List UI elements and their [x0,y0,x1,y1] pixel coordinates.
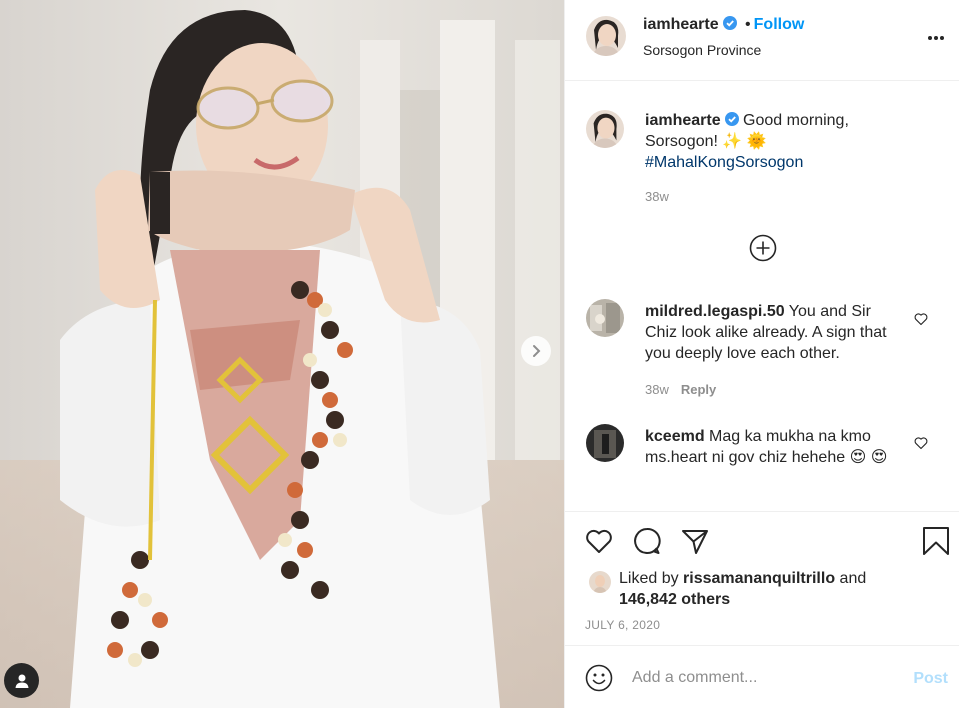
commenter-avatar[interactable] [586,424,624,462]
more-options-icon [928,36,944,40]
comment-1: mildred.legaspi.50 You and Sir Chiz look… [645,301,895,364]
verified-badge-icon [724,112,739,126]
share-icon[interactable] [680,526,710,556]
likes-and: and [839,570,867,587]
post-comment-button[interactable]: Post [913,670,948,688]
user-tag-icon [15,674,28,688]
avatar-image [586,110,624,148]
plus-circle-icon [749,234,777,262]
add-comment-bar: Post [565,645,959,708]
author-username[interactable]: iamhearte [643,16,719,33]
post-photo[interactable] [0,0,564,708]
chevron-right-icon [533,345,541,357]
post-details-panel: iamhearte • Follow Sorsogon Province iamh… [564,0,959,708]
load-more-comments-button[interactable] [749,234,777,262]
likes-prefix: Liked by [619,570,679,587]
likes-count-link[interactable]: 146,842 others [619,591,730,608]
comment-like-heart-icon[interactable] [914,312,928,326]
liker-username[interactable]: rissamananquiltrillo [683,570,835,587]
caption-username[interactable]: iamhearte [645,112,721,129]
comment-time[interactable]: 38w [645,382,669,397]
follow-button[interactable]: Follow [754,16,805,33]
avatar-image [586,299,624,337]
emoji-icon[interactable] [585,664,613,692]
comment-username[interactable]: mildred.legaspi.50 [645,303,785,320]
avatar-image [586,424,624,462]
comment-like-heart-icon[interactable] [914,436,928,450]
comments-list[interactable]: iamhearte Good morning, Sorsogon! ✨ 🌞 #M… [565,81,959,511]
next-photo-button[interactable] [521,336,551,366]
location-link[interactable]: Sorsogon Province [643,42,761,58]
commenter-avatar[interactable] [586,299,624,337]
avatar-image [589,571,611,593]
more-options-button[interactable] [926,28,946,48]
bullet-separator: • [745,16,751,33]
bookmark-icon[interactable] [921,526,951,556]
comment-username[interactable]: kceemd [645,428,705,445]
likes-summary: Liked by rissamananquiltrillo and 146,84… [619,568,866,610]
post-header: iamhearte • Follow Sorsogon Province [565,0,959,81]
caption-time[interactable]: 38w [645,189,669,204]
header-user-line: iamhearte • Follow [643,16,804,34]
post-actions: Liked by rissamananquiltrillo and 146,84… [565,511,959,645]
comment-input[interactable] [632,666,902,690]
caption: iamhearte Good morning, Sorsogon! ✨ 🌞 #M… [645,110,885,173]
avatar-image [586,16,626,56]
comment-icon[interactable] [632,526,662,556]
comment-meta: 38w Reply [645,382,716,397]
post-image [0,0,564,708]
comment-2: kceemd Mag ka mukha na kmo ms.heart ni g… [645,426,895,468]
post-date[interactable]: JULY 6, 2020 [585,618,660,632]
user-tags-button[interactable] [4,663,39,698]
caption-avatar[interactable] [586,110,624,148]
hashtag-link[interactable]: #MahalKongSorsogon [645,154,803,171]
author-avatar[interactable] [586,16,626,56]
heart-icon[interactable] [584,526,614,556]
reply-button[interactable]: Reply [681,382,716,397]
liker-avatar[interactable] [589,571,611,593]
verified-badge-icon [722,16,737,30]
